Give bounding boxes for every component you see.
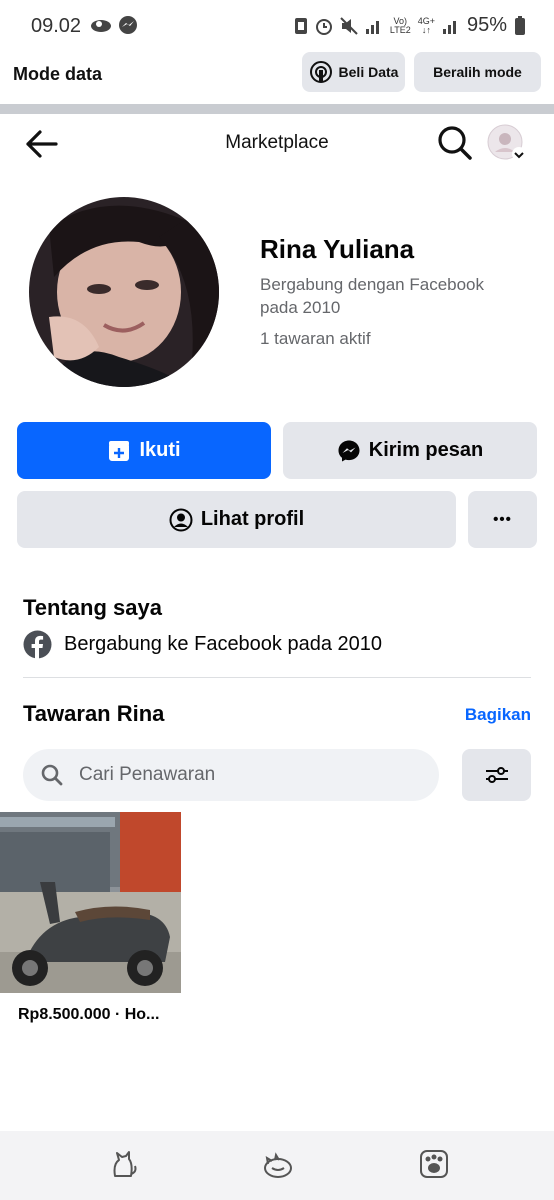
profile-photo-image (29, 197, 219, 387)
alarm-icon (315, 18, 332, 35)
avatar (487, 124, 526, 161)
status-bar: 09.02 Vo) LTE2 4G+ ↓↑ 95% (0, 0, 554, 52)
messenger-icon (338, 440, 360, 461)
sliders-icon (485, 767, 508, 783)
cloud-notification-icon (91, 20, 111, 32)
send-message-button[interactable]: Kirim pesan (283, 422, 537, 479)
account-avatar-button[interactable] (487, 124, 527, 164)
facebook-icon (23, 630, 52, 659)
more-options-icon: ••• (493, 511, 512, 528)
view-profile-label: Lihat profil (200, 508, 305, 530)
follow-button[interactable]: Ikuti (17, 422, 271, 479)
battery-percent: 95% (466, 14, 507, 36)
nfc-icon (294, 17, 307, 34)
about-heading: Tentang saya (23, 595, 162, 620)
network-gen-indicator: 4G+ ↓↑ (418, 16, 435, 35)
filter-button[interactable] (462, 749, 531, 801)
buy-data-label: Beli Data (338, 64, 399, 80)
cat-sleeping-icon[interactable] (262, 1148, 294, 1180)
listing-photo (0, 812, 181, 993)
signal-icon (365, 20, 379, 34)
network-arrows: ↓↑ (421, 24, 431, 35)
person-circle-icon (169, 508, 193, 531)
active-offers-count: 1 tawaran aktif (260, 329, 371, 348)
switch-mode-label: Beralih mode (433, 64, 522, 80)
profile-joined: Bergabung dengan Facebook pada 2010 (260, 275, 485, 317)
send-message-label: Kirim pesan (368, 439, 484, 461)
status-system-icons: Vo) LTE2 4G+ ↓↑ 95% (294, 14, 526, 37)
search-button[interactable] (436, 124, 474, 162)
broadcast-icon (309, 61, 332, 83)
share-link[interactable]: Bagikan (465, 705, 531, 725)
bottom-navigation (0, 1131, 554, 1200)
store-plus-icon (109, 440, 130, 461)
status-notification-icons (90, 15, 138, 35)
buy-data-button[interactable]: Beli Data (302, 52, 405, 92)
search-icon (438, 126, 472, 160)
lte2-label: LTE2 (389, 24, 411, 35)
about-joined-row: Bergabung ke Facebook pada 2010 (23, 630, 382, 659)
signal-icon-2 (442, 20, 456, 34)
profile-photo (29, 197, 219, 387)
listing-search-box[interactable] (23, 749, 439, 801)
about-joined-text: Bergabung ke Facebook pada 2010 (64, 633, 383, 655)
status-time: 09.02 (31, 15, 82, 37)
switch-mode-button[interactable]: Beralih mode (414, 52, 541, 92)
search-icon (41, 764, 63, 786)
follow-label: Ikuti (139, 439, 181, 461)
top-navigation: Marketplace (0, 114, 554, 172)
mute-icon (340, 16, 358, 35)
data-mode-bar: Mode data Beli Data Beralih mode (0, 52, 554, 104)
cat-sitting-icon[interactable] (107, 1148, 139, 1180)
listing-card[interactable]: Rp8.500.000 · Ho... (0, 812, 181, 1024)
listing-search-input[interactable] (79, 764, 399, 786)
more-options-button[interactable]: ••• (468, 491, 537, 548)
data-mode-title: Mode data (13, 64, 103, 84)
about-divider (23, 677, 531, 678)
battery-icon (515, 15, 525, 35)
listings-heading: Tawaran Rina (23, 701, 165, 726)
view-profile-button[interactable]: Lihat profil (17, 491, 456, 548)
messenger-notification-icon (119, 16, 137, 34)
section-divider (0, 104, 554, 114)
profile-name: Rina Yuliana (260, 234, 415, 264)
listing-caption: Rp8.500.000 · Ho... (18, 1006, 160, 1023)
paw-icon[interactable] (418, 1148, 450, 1180)
volte-indicator: Vo) LTE2 (389, 16, 411, 35)
